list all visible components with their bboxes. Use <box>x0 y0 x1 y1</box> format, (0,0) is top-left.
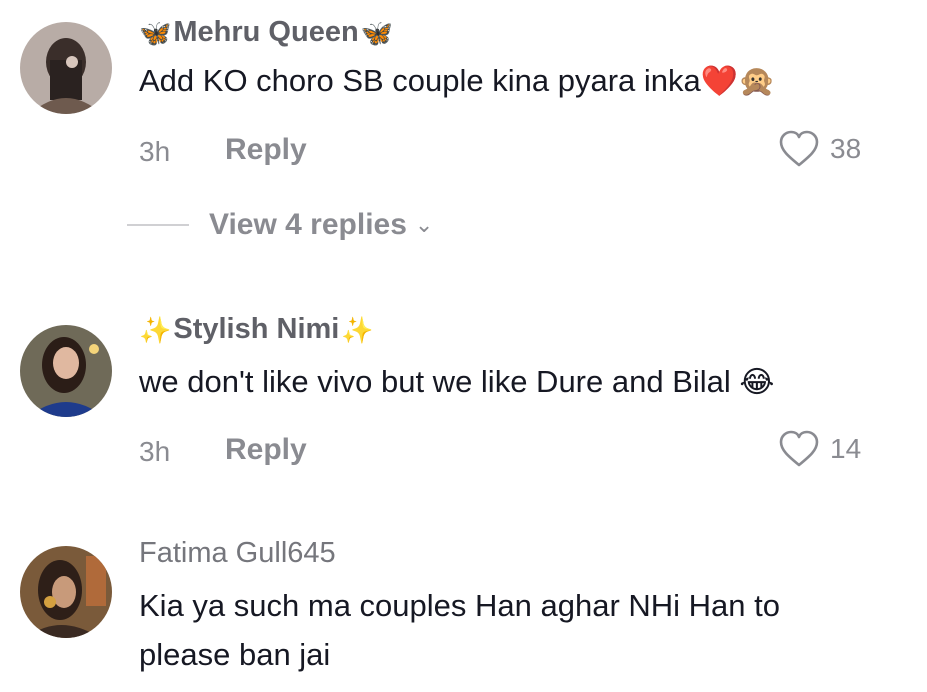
username[interactable]: ✨ Stylish Nimi ✨ <box>139 313 374 346</box>
comment-text-line1: Kia ya such ma couples Han aghar NHi Han… <box>139 588 780 623</box>
avatar[interactable] <box>20 546 112 638</box>
username-text: Stylish Nimi <box>173 313 340 345</box>
username[interactable]: 🦋 Mehru Queen 🦋 <box>139 16 393 49</box>
comment-text-line2: please ban jai <box>139 637 331 672</box>
laughing-emoji-icon: 😂 <box>739 366 775 399</box>
username[interactable]: Fatima Gull645 <box>139 537 336 570</box>
like-count: 38 <box>830 133 862 164</box>
like-count: 14 <box>830 433 862 464</box>
like-button[interactable]: 14 <box>778 430 861 468</box>
divider-line <box>127 224 189 226</box>
butterfly-icon: 🦋 <box>139 17 172 48</box>
timestamp: 3h <box>139 436 171 467</box>
comment-text: we don't like vivo but we like Dure and … <box>139 358 774 406</box>
reply-button[interactable]: Reply <box>225 433 307 467</box>
heart-icon <box>779 130 819 167</box>
avatar[interactable] <box>20 22 112 114</box>
view-replies-button[interactable]: View 4 replies ⌄ <box>127 208 433 242</box>
username-text: Mehru Queen <box>173 16 359 48</box>
comment-text: Add KO choro SB couple kina pyara inka❤️… <box>139 57 776 105</box>
chevron-down-icon: ⌄ <box>414 212 434 237</box>
sparkles-icon: ✨ <box>341 314 374 345</box>
view-replies-label: View 4 replies <box>209 208 407 241</box>
sparkles-icon: ✨ <box>139 314 172 345</box>
reply-button[interactable]: Reply <box>225 133 307 167</box>
heart-icon <box>779 430 819 467</box>
avatar[interactable] <box>20 325 112 417</box>
butterfly-icon: 🦋 <box>360 17 394 48</box>
username-text: Fatima Gull645 <box>139 537 336 569</box>
timestamp: 3h <box>139 136 171 167</box>
heart-monkey-emoji-icon: ❤️🙊 <box>700 65 776 98</box>
like-button[interactable]: 38 <box>778 130 861 168</box>
comment-text-content: we don't like vivo but we like Dure and … <box>139 364 731 399</box>
comment-text-content: Add KO choro SB couple kina pyara inka <box>139 63 701 98</box>
